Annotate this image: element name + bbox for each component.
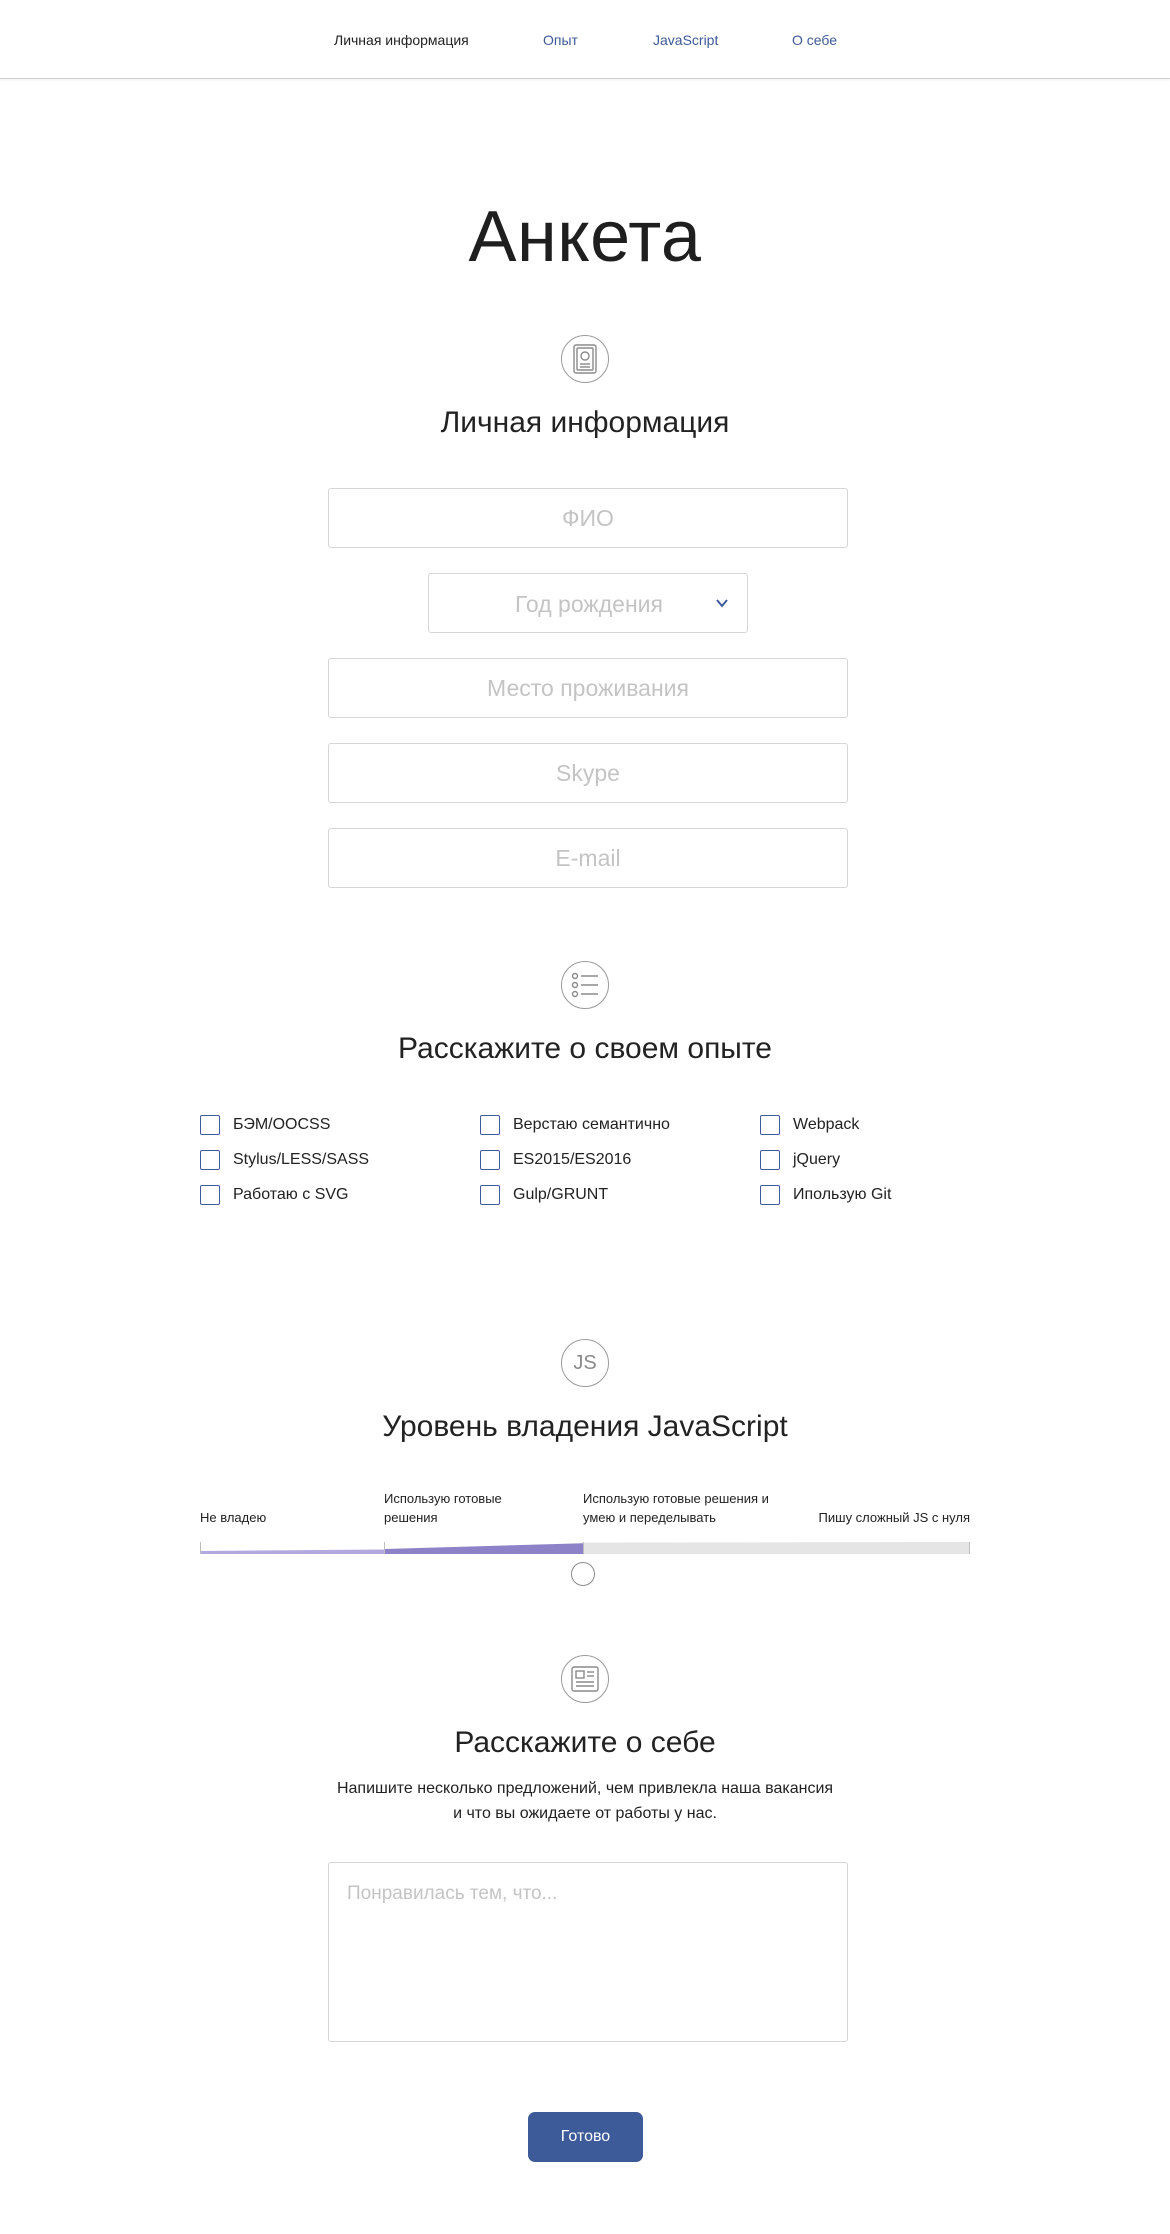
checkbox-box[interactable]	[480, 1185, 500, 1205]
chevron-down-icon	[716, 599, 728, 608]
slider-fill-segment-1	[200, 1549, 384, 1554]
checkbox-box[interactable]	[200, 1150, 220, 1170]
birth-year-select-value: Год рождения	[515, 591, 663, 617]
checkbox-label: jQuery	[793, 1151, 841, 1168]
checkbox-label: Gulp/GRUNT	[513, 1186, 609, 1203]
js-icon: JS	[561, 1339, 609, 1387]
checkbox-box[interactable]	[760, 1185, 780, 1205]
checkbox-box[interactable]	[760, 1150, 780, 1170]
section-title-experience: Расскажите о своем опыте	[398, 1032, 772, 1065]
fio-input[interactable]	[328, 488, 848, 548]
list-icon	[561, 961, 609, 1009]
checkbox-stylus-less-sass[interactable]: Stylus/LESS/SASS	[200, 1150, 369, 1170]
about-description-line-2: и что вы ожидаете от работы у нас.	[453, 1805, 717, 1822]
checkbox-label: Ипользую Git	[793, 1186, 892, 1203]
checkbox-gulp-grunt[interactable]: Gulp/GRUNT	[480, 1185, 608, 1205]
slider-level-label-3[interactable]: Пишу сложный JS с нуля	[800, 1508, 970, 1527]
slider-handle[interactable]	[571, 1562, 595, 1586]
slider-tick	[583, 1542, 584, 1554]
slider-tick	[969, 1542, 970, 1554]
checkbox-label: Верстаю семантично	[513, 1116, 670, 1133]
slider-track-remaining	[584, 1542, 970, 1554]
about-description: Напишите несколько предложений, чем прив…	[0, 1776, 1170, 1826]
residence-input[interactable]	[328, 658, 848, 718]
nav-link-personal[interactable]: Личная информация	[334, 32, 469, 48]
nav-link-experience[interactable]: Опыт	[543, 32, 578, 48]
about-textarea[interactable]	[328, 1862, 848, 2042]
nav-link-javascript[interactable]: JavaScript	[653, 32, 718, 48]
js-icon-text: JS	[573, 1351, 597, 1374]
checkbox-bem-oocss[interactable]: БЭМ/OOCSS	[200, 1115, 330, 1135]
slider-level-label-1[interactable]: Использую готовые решения	[384, 1489, 534, 1527]
email-input[interactable]	[328, 828, 848, 888]
checkbox-semantic-markup[interactable]: Верстаю семантично	[480, 1115, 670, 1135]
checkbox-es2015[interactable]: ES2015/ES2016	[480, 1150, 631, 1170]
checkbox-label: Stylus/LESS/SASS	[233, 1151, 370, 1168]
submit-button[interactable]: Готово	[528, 2112, 643, 2162]
section-title-about: Расскажите о себе	[454, 1726, 716, 1759]
checkbox-label: Работаю с SVG	[233, 1186, 349, 1203]
top-navigation: Личная информация Опыт JavaScript О себе	[0, 0, 1170, 79]
slider-level-label-2[interactable]: Использую готовые решения и умею и перед…	[583, 1489, 783, 1527]
checkbox-box[interactable]	[760, 1115, 780, 1135]
checkbox-box[interactable]	[200, 1115, 220, 1135]
checkbox-label: БЭМ/OOCSS	[233, 1116, 331, 1133]
checkbox-jquery[interactable]: jQuery	[760, 1150, 840, 1170]
section-title-personal: Личная информация	[440, 406, 730, 439]
js-level-slider[interactable]	[200, 1542, 970, 1554]
section-title-javascript: Уровень владения JavaScript	[382, 1410, 788, 1443]
checkbox-git[interactable]: Ипользую Git	[760, 1185, 891, 1205]
checkbox-label: Webpack	[793, 1116, 860, 1133]
page-title: Анкета	[468, 197, 702, 277]
checkbox-webpack[interactable]: Webpack	[760, 1115, 859, 1135]
checkbox-box[interactable]	[200, 1185, 220, 1205]
slider-tick	[200, 1542, 201, 1554]
birth-year-select[interactable]: Год рождения	[428, 573, 748, 633]
checkbox-box[interactable]	[480, 1150, 500, 1170]
document-icon	[561, 1655, 609, 1703]
slider-level-label-0[interactable]: Не владею	[200, 1508, 370, 1527]
id-card-icon	[561, 335, 609, 383]
checkbox-box[interactable]	[480, 1115, 500, 1135]
checkbox-label: ES2015/ES2016	[513, 1151, 632, 1168]
about-description-line-1: Напишите несколько предложений, чем прив…	[336, 1780, 834, 1797]
slider-fill-segment-2	[385, 1543, 583, 1554]
skype-input[interactable]	[328, 743, 848, 803]
nav-link-about[interactable]: О себе	[792, 32, 837, 48]
checkbox-svg[interactable]: Работаю с SVG	[200, 1185, 348, 1205]
slider-tick	[384, 1542, 385, 1554]
